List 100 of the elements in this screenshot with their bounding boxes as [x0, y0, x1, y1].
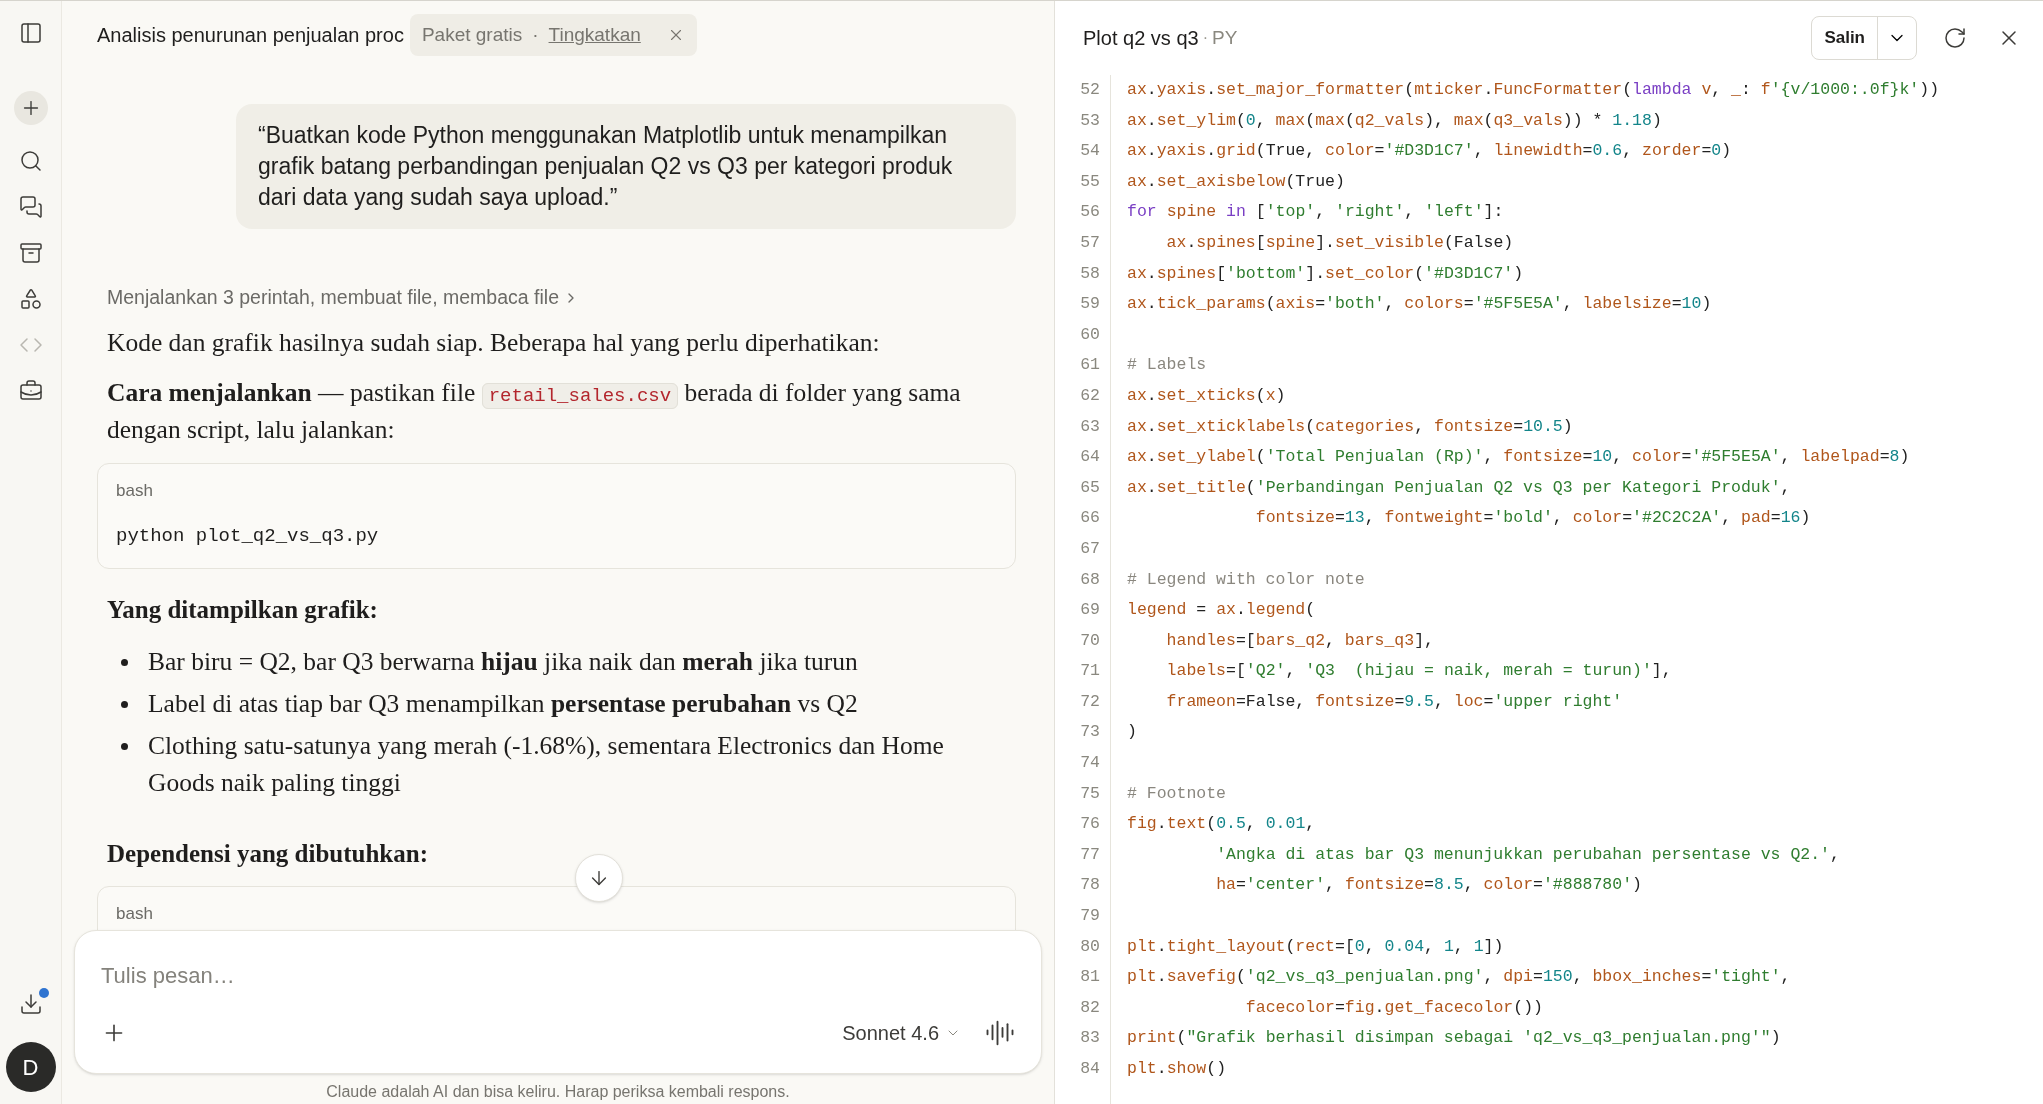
line-number: 66 — [1080, 507, 1100, 530]
code-line: labels=['Q2', 'Q3 (hijau = naik, merah = turun)'], — [1165, 660, 1672, 683]
line-number: 77 — [1080, 843, 1100, 866]
upgrade-link[interactable]: Tingkatkan — [548, 20, 641, 50]
code-line: plt.tight_layout(rect=[0, 0.04, 1, 1]) — [1127, 935, 1504, 958]
line-number: 56 — [1080, 201, 1100, 224]
line-number: 75 — [1080, 782, 1100, 805]
line-number: 71 — [1080, 660, 1100, 683]
code-line: ax.set_axisbelow(True) — [1127, 170, 1345, 193]
code-line: # Legend with color note — [1127, 568, 1365, 591]
code-line: # Footnote — [1127, 782, 1227, 805]
code-line: 'Angka di atas bar Q3 menunjukkan perubahan persentase vs Q2.', — [1215, 843, 1840, 866]
artifacts-icon[interactable] — [18, 287, 43, 311]
code-line: ax.tick_params(axis='both', colors='#5F5E5A', labelsize=10) — [1127, 293, 1712, 316]
line-number: 84 — [1080, 1058, 1100, 1080]
code-language: bash — [116, 903, 154, 926]
code-line: print("Grafik berhasil disimpan sebagai 'q2_vs_q3_penjualan.png'") — [1127, 1027, 1781, 1050]
code-line: legend = ax.legend( — [1127, 599, 1316, 622]
line-number: 57 — [1080, 231, 1100, 254]
code-line: ax.set_xticklabels(categories, fontsize=10.5) — [1127, 415, 1573, 438]
line-number: 83 — [1080, 1027, 1100, 1050]
section-heading: Yang ditampilkan grafik: — [107, 595, 379, 626]
bullet-icon — [121, 742, 128, 750]
separator-dot: · — [532, 22, 539, 47]
code-line: handles=[bars_q2, bars_q3], — [1165, 629, 1434, 652]
code-line: fontsize=13, fontweight='bold', color='#2C2C2A', pad=16) — [1254, 507, 1811, 530]
code-line: # Labels — [1127, 354, 1207, 377]
line-number: 81 — [1080, 966, 1100, 989]
line-number: 72 — [1080, 690, 1100, 713]
search-icon[interactable] — [18, 149, 43, 173]
line-number: 59 — [1080, 293, 1100, 316]
projects-icon[interactable] — [18, 241, 43, 265]
code-line: ha='center', fontsize=8.5, color='#888780') — [1215, 874, 1642, 897]
artifact-title: Plot q2 vs q3 — [1083, 26, 1199, 51]
list-item: Bar biru = Q2, bar Q3 berwarna hijau jika naik dan merah jika turun — [148, 645, 858, 678]
plan-label: Paket gratis — [421, 22, 523, 47]
code-line: ax.spines[spine].set_visible(False) — [1165, 231, 1514, 254]
code-line: frameon=False, fontsize=9.5, loc='upper right' — [1165, 690, 1623, 713]
line-number: 54 — [1080, 140, 1100, 163]
code-line: plt.show() — [1127, 1058, 1227, 1080]
line-number: 82 — [1080, 996, 1100, 1019]
code-line: facecolor=fig.get_facecolor()) — [1244, 996, 1543, 1019]
code-line: ax.yaxis.grid(True, color='#D3D1C7', linewidth=0.6, zorder=0) — [1127, 140, 1732, 163]
download-icon[interactable] — [18, 992, 43, 1016]
code-text: python plot_q2_vs_q3.py — [116, 523, 380, 549]
code-line: ax.spines['bottom'].set_color('#D3D1C7') — [1127, 262, 1524, 285]
code-line: fig.text(0.5, 0.01, — [1127, 813, 1316, 836]
line-number: 52 — [1080, 79, 1100, 101]
bullet-icon — [121, 658, 128, 666]
line-number: 65 — [1080, 476, 1100, 499]
code-line: ax.set_title('Perbandingan Penjualan Q2 vs Q3 per Kategori Produk', — [1127, 476, 1791, 499]
line-number: 63 — [1080, 415, 1100, 438]
line-number: 53 — [1080, 109, 1100, 132]
section-heading: Dependensi yang dibutuhkan: — [107, 838, 429, 869]
code-line: ax.set_ylim(0, max(max(q2_vals), max(q3_vals)) * 1.18) — [1127, 109, 1662, 132]
code-line: ax.yaxis.set_major_formatter(mticker.FuncFormatter(lambda v, _: f'{v/1000:.0f}k')) — [1127, 79, 1940, 101]
line-number: 70 — [1080, 629, 1100, 652]
code-line: ax.set_ylabel('Total Penjualan (Rp)', fontsize=10, color='#5F5E5A', labelpad=8) — [1127, 446, 1910, 469]
refresh-icon[interactable] — [1943, 26, 1967, 50]
sidebar-toggle-icon[interactable] — [18, 21, 43, 45]
line-number: 68 — [1080, 568, 1100, 591]
line-number: 55 — [1080, 170, 1100, 193]
separator-dot: · — [1202, 28, 1208, 48]
code-line: ) — [1127, 721, 1137, 744]
line-number: 60 — [1080, 323, 1100, 346]
line-number: 67 — [1080, 537, 1100, 560]
file-type: PY — [1211, 25, 1238, 50]
line-number: 58 — [1080, 262, 1100, 285]
code-line: ax.set_xticks(x) — [1127, 384, 1286, 407]
disclaimer: Claude adalah AI dan bisa keliru. Harap periksa kembali respons. — [325, 1082, 791, 1102]
line-number: 79 — [1080, 905, 1100, 928]
voice-icon[interactable] — [985, 1018, 1015, 1048]
code-language: bash — [116, 480, 154, 503]
line-number: 80 — [1080, 935, 1100, 958]
user-avatar[interactable]: D — [5, 1042, 56, 1092]
new-chat-button[interactable] — [13, 91, 48, 125]
inline-code: retail_sales.csv — [481, 383, 679, 410]
line-number: 73 — [1080, 721, 1100, 744]
steps-summary[interactable]: Menjalankan 3 perintah, membuat file, membaca file — [107, 283, 579, 313]
chats-icon[interactable] — [18, 195, 43, 219]
line-number: 78 — [1080, 874, 1100, 897]
model-selector[interactable]: Sonnet 4.6 — [842, 1018, 961, 1048]
scroll-down-button[interactable] — [575, 854, 623, 902]
user-message: “Buatkan kode Python menggunakan Matplotlib untuk menampilkan grafik batang perbandingan penjualan Q2 vs Q3 per kategori produk dari data yang sudah saya upload.” — [236, 104, 1016, 229]
line-number: 76 — [1080, 813, 1100, 836]
message-input[interactable]: Tulis pesan… — [101, 959, 1015, 992]
code-line: plt.savefig('q2_vs_q3_penjualan.png', dpi=150, bbox_inches='tight', — [1127, 966, 1791, 989]
bullet-icon — [121, 700, 128, 708]
paragraph: Kode dan grafik hasilnya sudah siap. Beberapa hal yang perlu diperhatikan: — [107, 327, 881, 360]
line-number: 62 — [1080, 384, 1100, 407]
line-number: 69 — [1080, 599, 1100, 622]
line-number: 74 — [1080, 752, 1100, 775]
line-number: 64 — [1080, 446, 1100, 469]
list-item: Label di atas tiap bar Q3 menampilkan persentase perubahan vs Q2 — [148, 687, 858, 720]
line-number: 61 — [1080, 354, 1100, 377]
list-item: Clothing satu-satunya yang merah (-1.68%), sementara Electronics dan Home Goods naik paling tinggi — [148, 729, 945, 799]
toolbox-icon[interactable] — [18, 379, 43, 403]
conversation-title[interactable]: Analisis penurunan penjualan proc — [97, 20, 404, 50]
paragraph: Cara menjalankan — pastikan file retail_sales.csv berada di folder yang sama dengan script, lalu jalankan: — [107, 377, 962, 447]
code-line: for spine in ['top', 'right', 'left']: — [1127, 201, 1504, 224]
